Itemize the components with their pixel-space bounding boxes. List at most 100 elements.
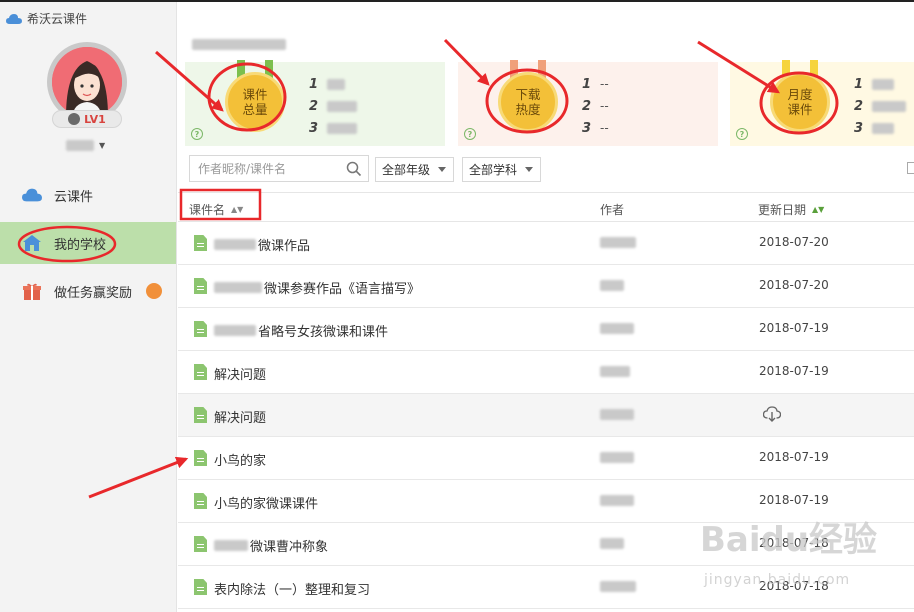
- column-header-name[interactable]: 课件名 ▲▼: [189, 201, 243, 218]
- table-row[interactable]: 微课作品 2018-07-20: [178, 222, 914, 265]
- rank-value-blurred: [327, 78, 345, 90]
- row-author-blurred: [600, 538, 624, 549]
- rank-number: 2: [854, 98, 864, 114]
- row-name: 解决问题: [214, 411, 267, 426]
- file-icon: [194, 278, 207, 294]
- row-author-blurred: [600, 237, 636, 248]
- sidebar-item-my-school[interactable]: 我的学校: [0, 222, 176, 264]
- medal-label: 月度 课件: [787, 87, 813, 117]
- rank-number: 1: [582, 76, 592, 92]
- row-date: 2018-07-19: [759, 364, 829, 378]
- column-header-author: 作者: [600, 201, 624, 218]
- row-date: 2018-07-20: [759, 278, 829, 292]
- file-icon: [194, 450, 207, 466]
- school-name-blurred: [192, 39, 286, 50]
- stat-card-downloads: 下载 热度 ? 1 -- 2 -- 3 --: [458, 60, 718, 146]
- row-author-blurred: [600, 323, 634, 334]
- search-input[interactable]: [198, 161, 348, 176]
- table-row[interactable]: 省略号女孩微课和课件 2018-07-19: [178, 308, 914, 351]
- sidebar-item-label: 做任务赢奖励: [54, 285, 133, 301]
- rank-value-blurred: [872, 122, 894, 134]
- level-badge: LV1: [52, 110, 122, 128]
- rank-value-blurred: [872, 78, 894, 90]
- chevron-down-icon: ▼: [99, 141, 106, 150]
- medal-icon: [68, 113, 81, 125]
- row-date: 2018-07-19: [759, 493, 829, 507]
- row-date: 2018-07-19: [759, 450, 829, 464]
- username-blurred: [66, 140, 94, 151]
- rank-value: --: [600, 77, 609, 91]
- sidebar-item-cloud-courseware[interactable]: 云课件: [0, 174, 176, 216]
- rank-list: 1 -- 2 -- 3 --: [582, 73, 609, 139]
- table-row[interactable]: 解决问题 2018-07-19: [178, 351, 914, 394]
- table-row[interactable]: 小鸟的家 2018-07-19: [178, 437, 914, 480]
- subject-select[interactable]: 全部学科: [462, 157, 541, 182]
- column-header-date[interactable]: 更新日期 ▲▼: [758, 201, 824, 218]
- stat-card-monthly: 月度 课件 ? 1 2 3: [730, 60, 914, 146]
- rank-number: 3: [854, 120, 864, 136]
- row-name: 解决问题: [214, 368, 267, 383]
- row-author-blurred: [600, 452, 634, 463]
- table-row[interactable]: 微课参赛作品《语言描写》 2018-07-20: [178, 265, 914, 308]
- table-header: 课件名 ▲▼ 作者 更新日期 ▲▼: [178, 192, 914, 222]
- file-icon: [194, 321, 207, 337]
- rank-value-blurred: [327, 100, 357, 112]
- sidebar-item-tasks-rewards[interactable]: 做任务赢奖励: [0, 270, 176, 312]
- row-author-blurred: [600, 581, 636, 592]
- watermark: Baidu经验: [700, 520, 878, 560]
- file-icon: [194, 493, 207, 509]
- sort-icon: ▲▼: [812, 205, 825, 214]
- school-icon: [22, 235, 42, 251]
- watermark-url: jingyan.baidu.com: [704, 572, 851, 588]
- medal-label: 课件 总量: [242, 87, 268, 117]
- row-date: 2018-07-19: [759, 321, 829, 335]
- name-prefix-blurred: [214, 540, 248, 551]
- user-portrait-icon: [52, 47, 122, 117]
- sort-icon: ▲▼: [231, 205, 244, 214]
- grade-select-value: 全部年级: [382, 163, 431, 177]
- column-header-label: 更新日期: [758, 203, 807, 217]
- help-icon[interactable]: ?: [464, 128, 476, 140]
- medal-monthly: 月度 课件: [770, 72, 830, 132]
- medal-downloads: 下载 热度: [498, 72, 558, 132]
- row-author-blurred: [600, 366, 630, 377]
- rank-number: 1: [854, 76, 864, 92]
- rank-number: 1: [309, 76, 319, 92]
- avatar-image: [52, 47, 122, 117]
- row-name: 微课参赛作品《语言描写》: [264, 282, 421, 297]
- name-prefix-blurred: [214, 282, 262, 293]
- medal-total: 课件 总量: [225, 72, 285, 132]
- chevron-down-icon: [525, 167, 534, 172]
- search-icon[interactable]: [346, 161, 362, 177]
- file-icon: [194, 235, 207, 251]
- row-name: 表内除法（一）整理和复习: [214, 583, 371, 598]
- rank-value: --: [600, 121, 609, 135]
- username-dropdown[interactable]: ▼: [66, 140, 105, 151]
- help-icon[interactable]: ?: [191, 128, 203, 140]
- rank-value-blurred: [872, 100, 906, 112]
- search-box: [189, 155, 369, 182]
- file-icon: [194, 407, 207, 423]
- row-author-blurred: [600, 409, 634, 420]
- row-name: 省略号女孩微课和课件: [258, 325, 389, 340]
- sidebar: 希沃云课件 LV1 ▼ 云课件 我的学校 做任务赢奖励: [0, 2, 177, 612]
- table-row[interactable]: 解决问题: [178, 394, 914, 437]
- name-prefix-blurred: [214, 325, 256, 336]
- help-icon[interactable]: ?: [736, 128, 748, 140]
- rank-value: --: [600, 99, 609, 113]
- file-icon: [194, 536, 207, 552]
- cloud-download-icon[interactable]: [763, 406, 781, 422]
- grade-select[interactable]: 全部年级: [375, 157, 454, 182]
- rank-number: 3: [309, 120, 319, 136]
- option-checkbox[interactable]: [907, 162, 914, 174]
- rank-number: 2: [582, 98, 592, 114]
- cloud-icon: [22, 187, 42, 203]
- rank-list: 1 2 3: [854, 73, 906, 139]
- gift-icon: [22, 283, 42, 300]
- row-name: 小鸟的家微课课件: [214, 497, 319, 512]
- row-author-blurred: [600, 495, 634, 506]
- subject-select-value: 全部学科: [469, 163, 518, 177]
- rank-number: 3: [582, 120, 592, 136]
- stat-card-total: 课件 总量 ? 1 2 3: [185, 60, 445, 146]
- app-title-label: 希沃云课件: [27, 12, 88, 26]
